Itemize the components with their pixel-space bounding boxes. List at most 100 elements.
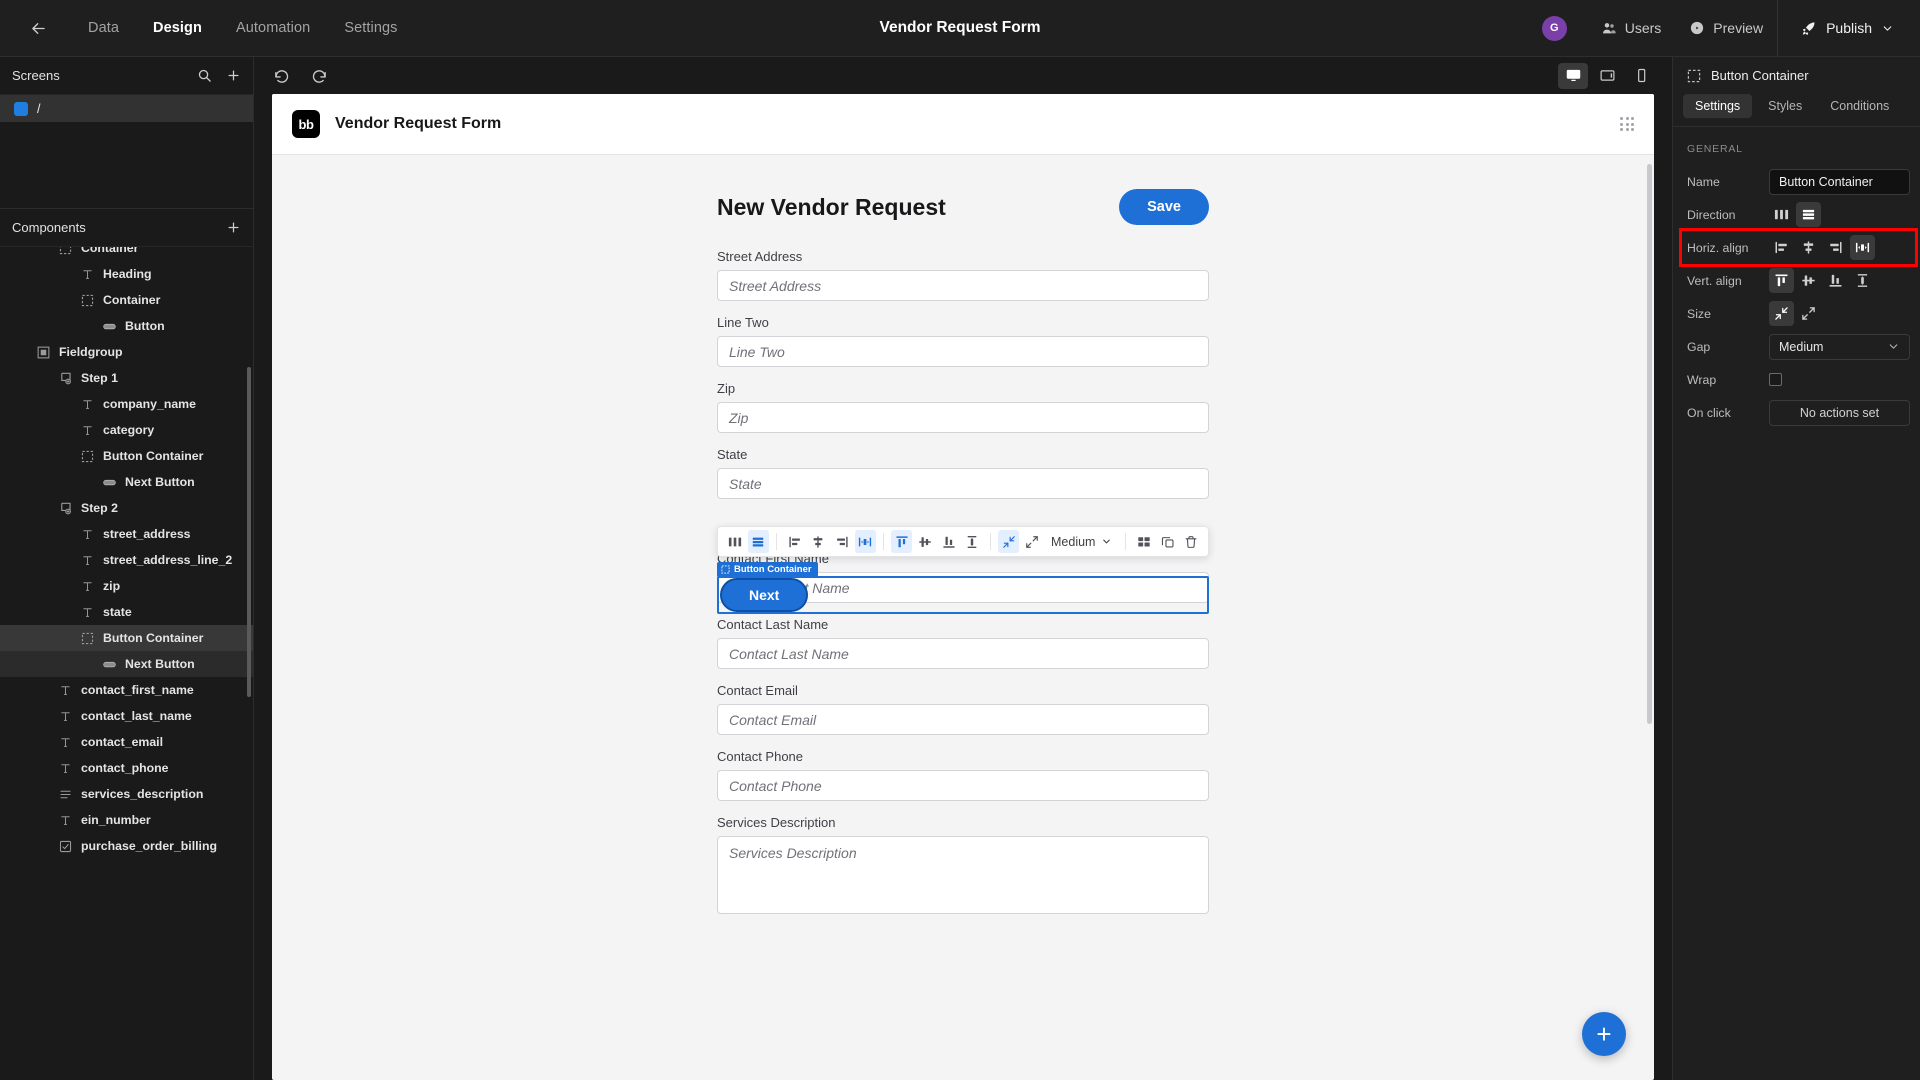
tab-styles[interactable]: Styles (1756, 94, 1814, 118)
field-input[interactable]: Contact Email (717, 704, 1209, 735)
layout-grid-icon[interactable] (1133, 530, 1155, 553)
delete-icon[interactable] (1180, 530, 1202, 553)
direction-columns-icon[interactable] (1769, 202, 1794, 227)
tree-item-contact-phone[interactable]: contact_phone (0, 755, 253, 781)
dots-grid-icon[interactable] (1620, 117, 1634, 131)
valign-space-between-icon[interactable] (962, 530, 984, 553)
align-center-icon[interactable] (1796, 235, 1821, 260)
add-component-icon[interactable] (226, 220, 241, 235)
tree-item-zip[interactable]: zip (0, 573, 253, 599)
duplicate-icon[interactable] (1157, 530, 1179, 553)
element-toolbar[interactable]: Medium (717, 526, 1209, 557)
tree-item-next-button[interactable]: Next Button (0, 651, 253, 677)
redo-button[interactable] (308, 65, 330, 87)
canvas-scrollbar[interactable] (1647, 164, 1652, 724)
chevron-down-icon[interactable] (1881, 22, 1894, 35)
align-space-between-icon[interactable] (854, 530, 877, 553)
size-shrink-icon[interactable] (997, 530, 1020, 553)
field-input[interactable]: Line Two (717, 336, 1209, 367)
size-shrink-icon[interactable] (1769, 301, 1794, 326)
align-right-icon[interactable] (1823, 235, 1848, 260)
tree-item-services-description[interactable]: services_description (0, 781, 253, 807)
add-component-fab[interactable]: + (1582, 1012, 1626, 1056)
field-input[interactable]: Street Address (717, 270, 1209, 301)
tree-item-street-address[interactable]: street_address (0, 521, 253, 547)
size-grow-icon[interactable] (1021, 530, 1043, 553)
valign-bottom-icon[interactable] (938, 530, 960, 553)
align-center-icon[interactable] (807, 530, 829, 553)
tree-item-step-2[interactable]: Step 2 (0, 495, 253, 521)
undo-button[interactable] (270, 65, 292, 87)
users-button[interactable]: Users (1587, 0, 1676, 56)
components-pane: Components Container Heading Container Butt… (0, 209, 253, 1080)
back-button[interactable] (25, 15, 51, 41)
publish-button[interactable]: Publish (1777, 0, 1920, 56)
tree-item-fieldgroup[interactable]: Fieldgroup (0, 339, 253, 365)
tree-item-company-name[interactable]: company_name (0, 391, 253, 417)
next-button[interactable]: Next (719, 578, 809, 612)
tree-item-category[interactable]: category (0, 417, 253, 443)
tree-item-next-button[interactable]: Next Button (0, 469, 253, 495)
tree-item-contact-email[interactable]: contact_email (0, 729, 253, 755)
search-icon[interactable] (197, 68, 212, 83)
desktop-icon[interactable] (1558, 62, 1588, 89)
tab-settings[interactable]: Settings (1683, 94, 1753, 118)
align-space-between-icon[interactable] (1850, 235, 1875, 260)
valign-space-between-icon[interactable] (1850, 268, 1875, 293)
tree-item-step-1[interactable]: Step 1 (0, 365, 253, 391)
top-tab-design[interactable]: Design (136, 14, 219, 42)
tree-item-button-container[interactable]: Button Container (0, 625, 253, 651)
gap-select[interactable]: Medium (1045, 530, 1118, 553)
direction-columns-icon[interactable] (724, 530, 746, 553)
valign-middle-icon[interactable] (914, 530, 936, 553)
tree-item-container[interactable]: Container (0, 287, 253, 313)
align-left-icon[interactable] (784, 530, 806, 553)
avatar[interactable]: G (1541, 15, 1567, 41)
direction-rows-icon[interactable] (1796, 202, 1821, 227)
size-grow-icon[interactable] (1796, 301, 1821, 326)
tree-item-heading[interactable]: Heading (0, 261, 253, 287)
add-screen-icon[interactable] (226, 68, 241, 83)
top-tab-settings[interactable]: Settings (327, 14, 414, 42)
tree-item-purchase-order-billing[interactable]: purchase_order_billing (0, 833, 253, 859)
align-left-icon[interactable] (1769, 235, 1794, 260)
selected-button-container[interactable]: Button Container Next (717, 562, 1209, 614)
tree-item-ein-number[interactable]: ein_number (0, 807, 253, 833)
gap-label: Gap (1687, 339, 1711, 354)
valign-top-icon[interactable] (1769, 268, 1794, 293)
align-right-icon[interactable] (831, 530, 853, 553)
tree-item-street-address-line-2[interactable]: street_address_line_2 (0, 547, 253, 573)
text-icon (58, 761, 73, 776)
preview-button[interactable]: Preview (1675, 0, 1777, 56)
save-button[interactable]: Save (1119, 189, 1209, 225)
field-input[interactable]: State (717, 468, 1209, 499)
gap-select[interactable]: Medium (1769, 333, 1910, 360)
direction-rows-icon[interactable] (747, 530, 770, 553)
tree-item-contact-last-name[interactable]: contact_last_name (0, 703, 253, 729)
tree-item-button[interactable]: Button (0, 313, 253, 339)
field-input[interactable]: Zip (717, 402, 1209, 433)
tree-item-button-container[interactable]: Button Container (0, 443, 253, 469)
valign-bottom-icon[interactable] (1823, 268, 1848, 293)
tree-item-container[interactable]: Container (0, 247, 253, 261)
tablet-icon[interactable] (1592, 63, 1622, 89)
name-input[interactable]: Button Container (1769, 168, 1910, 195)
tree-scrollbar[interactable] (247, 367, 251, 697)
tree-item-state[interactable]: state (0, 599, 253, 625)
valign-middle-icon[interactable] (1796, 268, 1821, 293)
tab-conditions[interactable]: Conditions (1818, 94, 1901, 118)
component-tree[interactable]: Container Heading Container Button Fieldgrou… (0, 246, 253, 1080)
wrap-checkbox[interactable] (1769, 373, 1782, 386)
onclick-actions-button[interactable]: No actions set (1769, 399, 1910, 426)
mobile-icon[interactable] (1626, 63, 1656, 89)
screen-item-root[interactable]: / (0, 95, 253, 122)
field-input[interactable]: Contact Phone (717, 770, 1209, 801)
top-tab-automation[interactable]: Automation (219, 14, 327, 42)
field-line-two: Line Two Line Two (717, 315, 1209, 367)
field-input[interactable]: Services Description (717, 836, 1209, 914)
canvas[interactable]: bb Vendor Request Form New Vendor Reques… (272, 94, 1654, 1080)
field-input[interactable]: Contact Last Name (717, 638, 1209, 669)
top-tab-data[interactable]: Data (71, 14, 136, 42)
valign-top-icon[interactable] (890, 530, 913, 553)
tree-item-contact-first-name[interactable]: contact_first_name (0, 677, 253, 703)
